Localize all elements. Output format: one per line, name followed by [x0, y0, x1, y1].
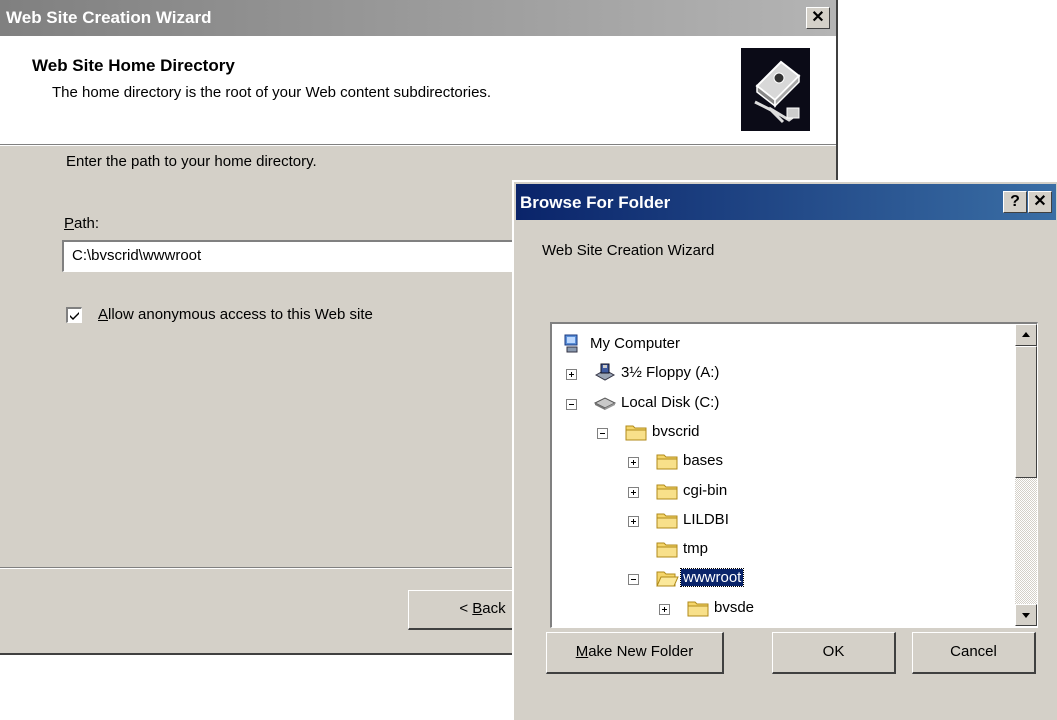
new-folder-label: ake New Folder: [588, 643, 694, 660]
tree-item-label: bases: [683, 452, 724, 470]
anonymous-access-checkbox[interactable]: [66, 307, 82, 323]
expand-icon[interactable]: [628, 486, 639, 498]
expand-icon[interactable]: [628, 457, 639, 469]
folder-icon: [655, 451, 679, 471]
folder-icon: [655, 510, 679, 530]
collapse-icon[interactable]: [628, 574, 639, 586]
wizard-close-button[interactable]: ✕: [806, 7, 830, 29]
help-button[interactable]: ?: [1003, 191, 1027, 213]
tree-item-label: cgi-bin: [683, 481, 728, 499]
scroll-up-button[interactable]: [1015, 324, 1037, 346]
tree-scrollbar[interactable]: [1015, 324, 1037, 626]
page-title: Web Site Home Directory: [32, 56, 235, 75]
wizard-header: Web Site Home Directory The home directo…: [0, 36, 836, 145]
wizard-title: Web Site Creation Wizard: [6, 8, 212, 27]
folder-tree[interactable]: My Computer 3½ Floppy (A:) Local Disk (C:)…: [550, 322, 1038, 628]
make-new-folder-button[interactable]: Make New Folder: [546, 632, 724, 674]
browse-title-bar[interactable]: Browse For Folder ? ✕: [516, 184, 1056, 220]
expand-icon[interactable]: [566, 369, 577, 381]
anonymous-access-label[interactable]: Allow anonymous access to this Web site: [98, 306, 373, 323]
help-icon: ?: [1010, 193, 1020, 210]
folder-icon: [655, 539, 679, 559]
back-prefix: <: [459, 600, 473, 617]
cancel-button[interactable]: Cancel: [912, 632, 1036, 674]
back-label: ack: [482, 600, 506, 617]
floppy-drive-icon: [593, 363, 617, 383]
back-accesskey: B: [472, 600, 483, 617]
close-icon: ✕: [811, 9, 825, 26]
tree-item-label: 3½ Floppy (A:): [621, 364, 720, 382]
folder-icon: [624, 627, 648, 628]
browse-close-button[interactable]: ✕: [1028, 191, 1052, 213]
tree-item-label: tmp: [683, 540, 709, 558]
folder-icon: [686, 598, 710, 618]
collapse-icon[interactable]: [566, 398, 577, 410]
browse-description: Web Site Creation Wizard: [542, 242, 715, 259]
wizard-book-icon: [741, 48, 810, 131]
computer-icon: [562, 334, 586, 354]
browse-for-folder-dialog: Browse For Folder ? ✕ Web Site Creation …: [512, 180, 1057, 720]
folder-icon: [655, 481, 679, 501]
collapse-icon[interactable]: [597, 427, 608, 439]
browse-title: Browse For Folder: [520, 193, 671, 212]
scroll-thumb[interactable]: [1015, 346, 1037, 478]
expand-icon[interactable]: [628, 515, 639, 527]
path-prompt: Enter the path to your home directory.: [66, 153, 317, 170]
checkmark-icon: [70, 312, 79, 320]
tree-item-label: Local Disk (C:): [621, 393, 720, 411]
path-label-text: ath:: [74, 215, 100, 232]
tree-item-label: My Computer: [590, 335, 681, 352]
tree-item-label: bvsde: [714, 598, 755, 616]
wizard-title-bar[interactable]: Web Site Creation Wizard ✕: [0, 0, 836, 36]
path-label: Path:: [64, 215, 99, 232]
folder-icon: [624, 422, 648, 442]
hard-disk-icon: [593, 393, 617, 413]
path-label-accesskey: P: [64, 215, 75, 232]
header-divider: [0, 145, 836, 146]
tree-item-label: bvscrid: [652, 422, 700, 440]
anon-label-accesskey: A: [98, 306, 109, 323]
anon-label-text: llow anonymous access to this Web site: [108, 306, 373, 323]
open-folder-icon: [655, 568, 679, 588]
ok-button[interactable]: OK: [772, 632, 896, 674]
tree-item-label: LILDBI: [683, 510, 729, 528]
close-icon: ✕: [1033, 193, 1047, 210]
tree-item-label: wwwroot: [679, 568, 745, 588]
expand-icon[interactable]: [659, 603, 670, 615]
arrow-down-icon: [1022, 613, 1030, 618]
page-subtitle: The home directory is the root of your W…: [52, 84, 492, 101]
new-folder-accesskey: M: [575, 643, 589, 660]
scroll-down-button[interactable]: [1015, 604, 1037, 626]
arrow-up-icon: [1022, 332, 1030, 337]
